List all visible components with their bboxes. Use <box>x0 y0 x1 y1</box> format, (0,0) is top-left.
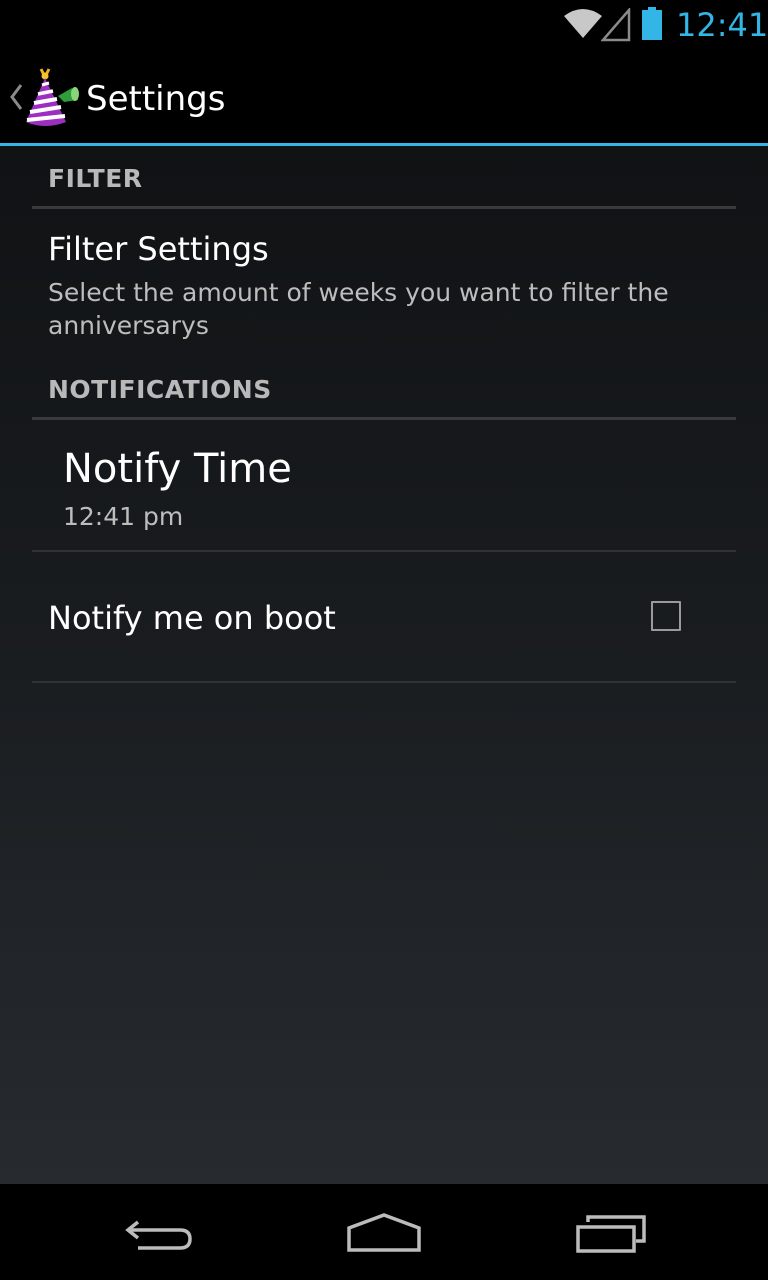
battery-icon <box>642 7 662 40</box>
action-bar: Settings <box>0 50 768 143</box>
home-icon[interactable] <box>346 1212 422 1254</box>
pref-summary: 12:41 pm <box>63 502 184 531</box>
status-bar: 12:41 <box>0 0 768 50</box>
back-icon[interactable] <box>124 1214 196 1254</box>
pref-title: Notify Time <box>63 446 292 492</box>
pref-summary: Select the amount of weeks you want to f… <box>48 278 669 340</box>
pref-filter-settings[interactable]: Filter Settings Select the amount of wee… <box>32 209 736 349</box>
pref-notify-boot[interactable]: Notify me on boot <box>32 552 736 680</box>
status-clock: 12:41 <box>676 6 768 44</box>
pref-title: Notify me on boot <box>48 599 336 637</box>
pref-notify-time[interactable]: Notify Time 12:41 pm <box>32 420 736 550</box>
category-header-notifications: NOTIFICATIONS <box>48 375 272 404</box>
pref-title: Filter Settings <box>48 230 269 268</box>
divider <box>32 681 736 683</box>
recent-apps-icon[interactable] <box>574 1214 648 1254</box>
navigation-bar <box>0 1184 768 1280</box>
page-title: Settings <box>86 79 226 119</box>
settings-list: FILTER Filter Settings Select the amount… <box>0 146 768 1184</box>
wifi-icon <box>564 9 602 38</box>
screen: 12:41 Settings FILTER Filter Settings Se… <box>0 0 768 1280</box>
notify-boot-checkbox[interactable] <box>651 601 681 631</box>
party-hat-icon[interactable] <box>22 66 80 128</box>
cell-signal-icon <box>601 8 631 42</box>
category-header-filter: FILTER <box>48 164 143 193</box>
